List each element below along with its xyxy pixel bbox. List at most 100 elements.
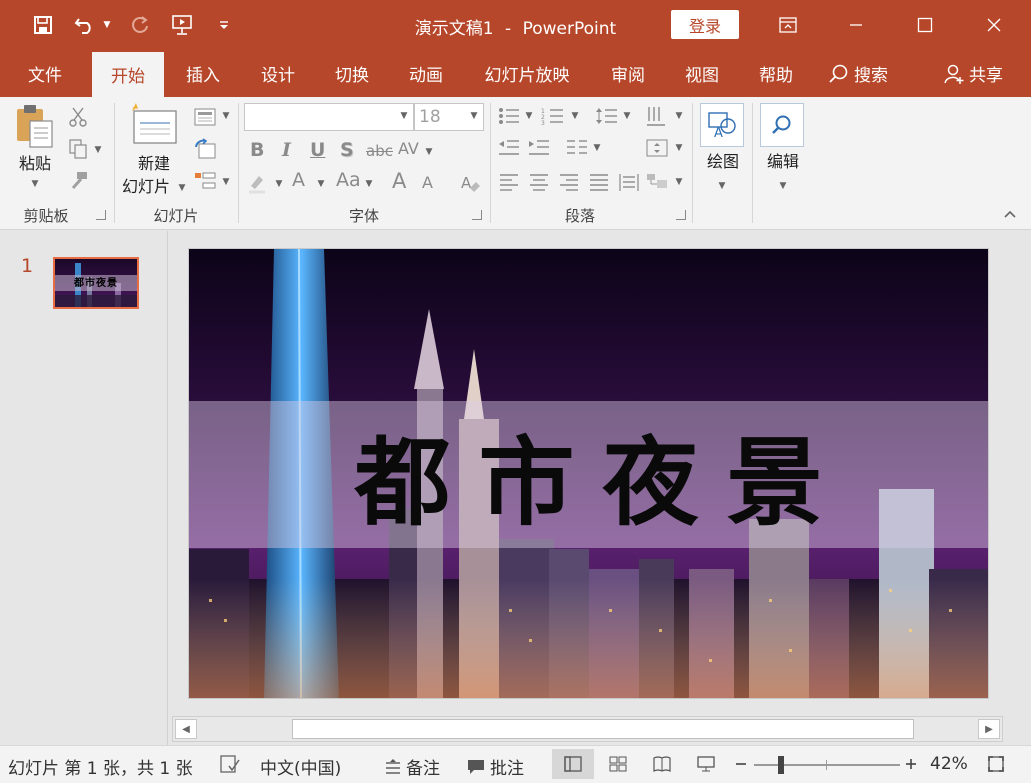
- tab-transitions[interactable]: 切换: [319, 50, 385, 97]
- bullets-dropdown-icon[interactable]: ▼: [524, 111, 534, 121]
- comments-button[interactable]: 批注: [466, 754, 524, 779]
- underline-button[interactable]: U: [310, 139, 325, 161]
- font-color-button[interactable]: A: [292, 169, 305, 191]
- change-case-button[interactable]: Aa: [336, 169, 361, 191]
- increase-indent-icon[interactable]: [526, 137, 552, 159]
- align-center-icon[interactable]: [526, 171, 552, 193]
- justify-icon[interactable]: [586, 171, 612, 193]
- ribbon-display-icon[interactable]: [757, 0, 819, 50]
- smartart-icon[interactable]: [644, 171, 670, 193]
- tab-review[interactable]: 审阅: [595, 50, 661, 97]
- paste-icon[interactable]: [14, 103, 54, 149]
- save-icon[interactable]: [30, 12, 56, 38]
- line-spacing-dropdown-icon[interactable]: ▼: [622, 111, 632, 121]
- italic-button[interactable]: I: [282, 139, 291, 161]
- shadow-button[interactable]: S: [340, 139, 354, 161]
- collapse-ribbon-icon[interactable]: [1001, 207, 1019, 221]
- language-indicator[interactable]: 中文(中国): [260, 754, 341, 779]
- new-slide-label-1[interactable]: 新建: [124, 153, 184, 175]
- copy-icon[interactable]: [66, 137, 90, 161]
- numbering-icon[interactable]: 123: [540, 105, 566, 127]
- new-slide-icon[interactable]: [128, 101, 180, 149]
- spell-check-icon[interactable]: [218, 752, 242, 776]
- zoom-slider-thumb[interactable]: [778, 756, 784, 774]
- decrease-indent-icon[interactable]: [496, 137, 522, 159]
- search-button[interactable]: 搜索: [820, 50, 896, 97]
- font-size-dropdown-icon[interactable]: ▼: [468, 111, 480, 121]
- grow-font-button[interactable]: A: [392, 169, 406, 193]
- paste-dropdown-icon[interactable]: ▼: [28, 179, 42, 189]
- normal-view-icon[interactable]: [552, 749, 594, 779]
- zoom-level[interactable]: 42%: [930, 754, 968, 774]
- cut-icon[interactable]: [66, 105, 90, 129]
- share-button[interactable]: 共享: [936, 50, 1010, 97]
- align-right-icon[interactable]: [556, 171, 582, 193]
- tab-insert[interactable]: 插入: [170, 50, 236, 97]
- slideshow-view-icon[interactable]: [694, 752, 718, 776]
- font-color-dropdown-icon[interactable]: ▼: [316, 179, 326, 189]
- format-painter-icon[interactable]: [66, 169, 90, 193]
- shapes-icon[interactable]: A: [700, 103, 744, 147]
- align-text-icon[interactable]: [644, 137, 670, 159]
- tab-design[interactable]: 设计: [245, 50, 311, 97]
- close-icon[interactable]: [963, 0, 1025, 50]
- notes-button[interactable]: 备注: [384, 754, 440, 779]
- horizontal-scrollbar[interactable]: ◀ ▶: [172, 716, 1003, 742]
- font-dialog-launcher-icon[interactable]: [472, 210, 482, 220]
- character-spacing-button[interactable]: AV: [398, 139, 419, 158]
- reset-slide-icon[interactable]: [192, 137, 218, 161]
- reading-view-icon[interactable]: [650, 752, 674, 776]
- tab-animations[interactable]: 动画: [393, 50, 459, 97]
- tab-home[interactable]: 开始: [92, 52, 164, 97]
- shrink-font-button[interactable]: A: [422, 173, 433, 192]
- undo-dropdown-icon[interactable]: ▼: [100, 12, 114, 38]
- highlighter-dropdown-icon[interactable]: ▼: [274, 179, 284, 189]
- slide-title[interactable]: 都市夜景: [189, 401, 988, 548]
- bullets-icon[interactable]: [496, 105, 522, 127]
- distributed-icon[interactable]: [616, 171, 642, 193]
- align-left-icon[interactable]: [496, 171, 522, 193]
- maximize-icon[interactable]: [894, 0, 956, 50]
- slide-info[interactable]: 幻灯片 第 1 张，共 1 张: [8, 754, 193, 779]
- zoom-in-icon[interactable]: [902, 752, 920, 776]
- character-spacing-dropdown-icon[interactable]: ▼: [424, 147, 434, 157]
- layout-icon[interactable]: [192, 105, 218, 129]
- highlighter-icon[interactable]: [246, 171, 270, 195]
- align-text-dropdown-icon[interactable]: ▼: [674, 143, 684, 153]
- tab-view[interactable]: 视图: [669, 50, 735, 97]
- strikethrough-button[interactable]: abc: [366, 142, 393, 160]
- login-button[interactable]: 登录: [671, 10, 739, 39]
- scroll-right-icon[interactable]: ▶: [978, 719, 1000, 739]
- minimize-icon[interactable]: [825, 0, 887, 50]
- columns-dropdown-icon[interactable]: ▼: [592, 143, 602, 153]
- drawing-dropdown-icon[interactable]: ▼: [716, 181, 728, 191]
- change-case-dropdown-icon[interactable]: ▼: [364, 179, 374, 189]
- scroll-left-icon[interactable]: ◀: [175, 719, 197, 739]
- tab-file[interactable]: 文件: [12, 50, 78, 97]
- slide-thumbnail[interactable]: 都市夜景: [53, 257, 139, 309]
- clear-formatting-icon[interactable]: A: [458, 171, 482, 195]
- section-icon[interactable]: [192, 169, 218, 193]
- numbering-dropdown-icon[interactable]: ▼: [570, 111, 580, 121]
- layout-dropdown-icon[interactable]: ▼: [220, 111, 232, 121]
- undo-icon[interactable]: [72, 12, 98, 38]
- text-direction-icon[interactable]: [644, 105, 670, 127]
- text-direction-dropdown-icon[interactable]: ▼: [674, 111, 684, 121]
- font-name-input[interactable]: [244, 103, 414, 131]
- tab-help[interactable]: 帮助: [743, 50, 809, 97]
- redo-icon[interactable]: [127, 12, 153, 38]
- paragraph-dialog-launcher-icon[interactable]: [676, 210, 686, 220]
- new-slide-label-2[interactable]: 幻灯片: [116, 176, 176, 198]
- tab-slideshow[interactable]: 幻灯片放映: [470, 50, 584, 97]
- columns-icon[interactable]: [564, 137, 590, 159]
- new-slide-dropdown-icon[interactable]: ▼: [176, 183, 188, 193]
- drawing-label[interactable]: 绘图: [696, 151, 750, 173]
- find-icon[interactable]: [760, 103, 804, 147]
- scroll-thumb[interactable]: [292, 719, 914, 739]
- present-from-start-icon[interactable]: [170, 12, 196, 38]
- slide-canvas[interactable]: 都市夜景: [188, 248, 989, 699]
- editing-dropdown-icon[interactable]: ▼: [777, 181, 789, 191]
- smartart-dropdown-icon[interactable]: ▼: [674, 177, 684, 187]
- fit-to-window-icon[interactable]: [984, 752, 1008, 776]
- font-name-dropdown-icon[interactable]: ▼: [398, 111, 410, 121]
